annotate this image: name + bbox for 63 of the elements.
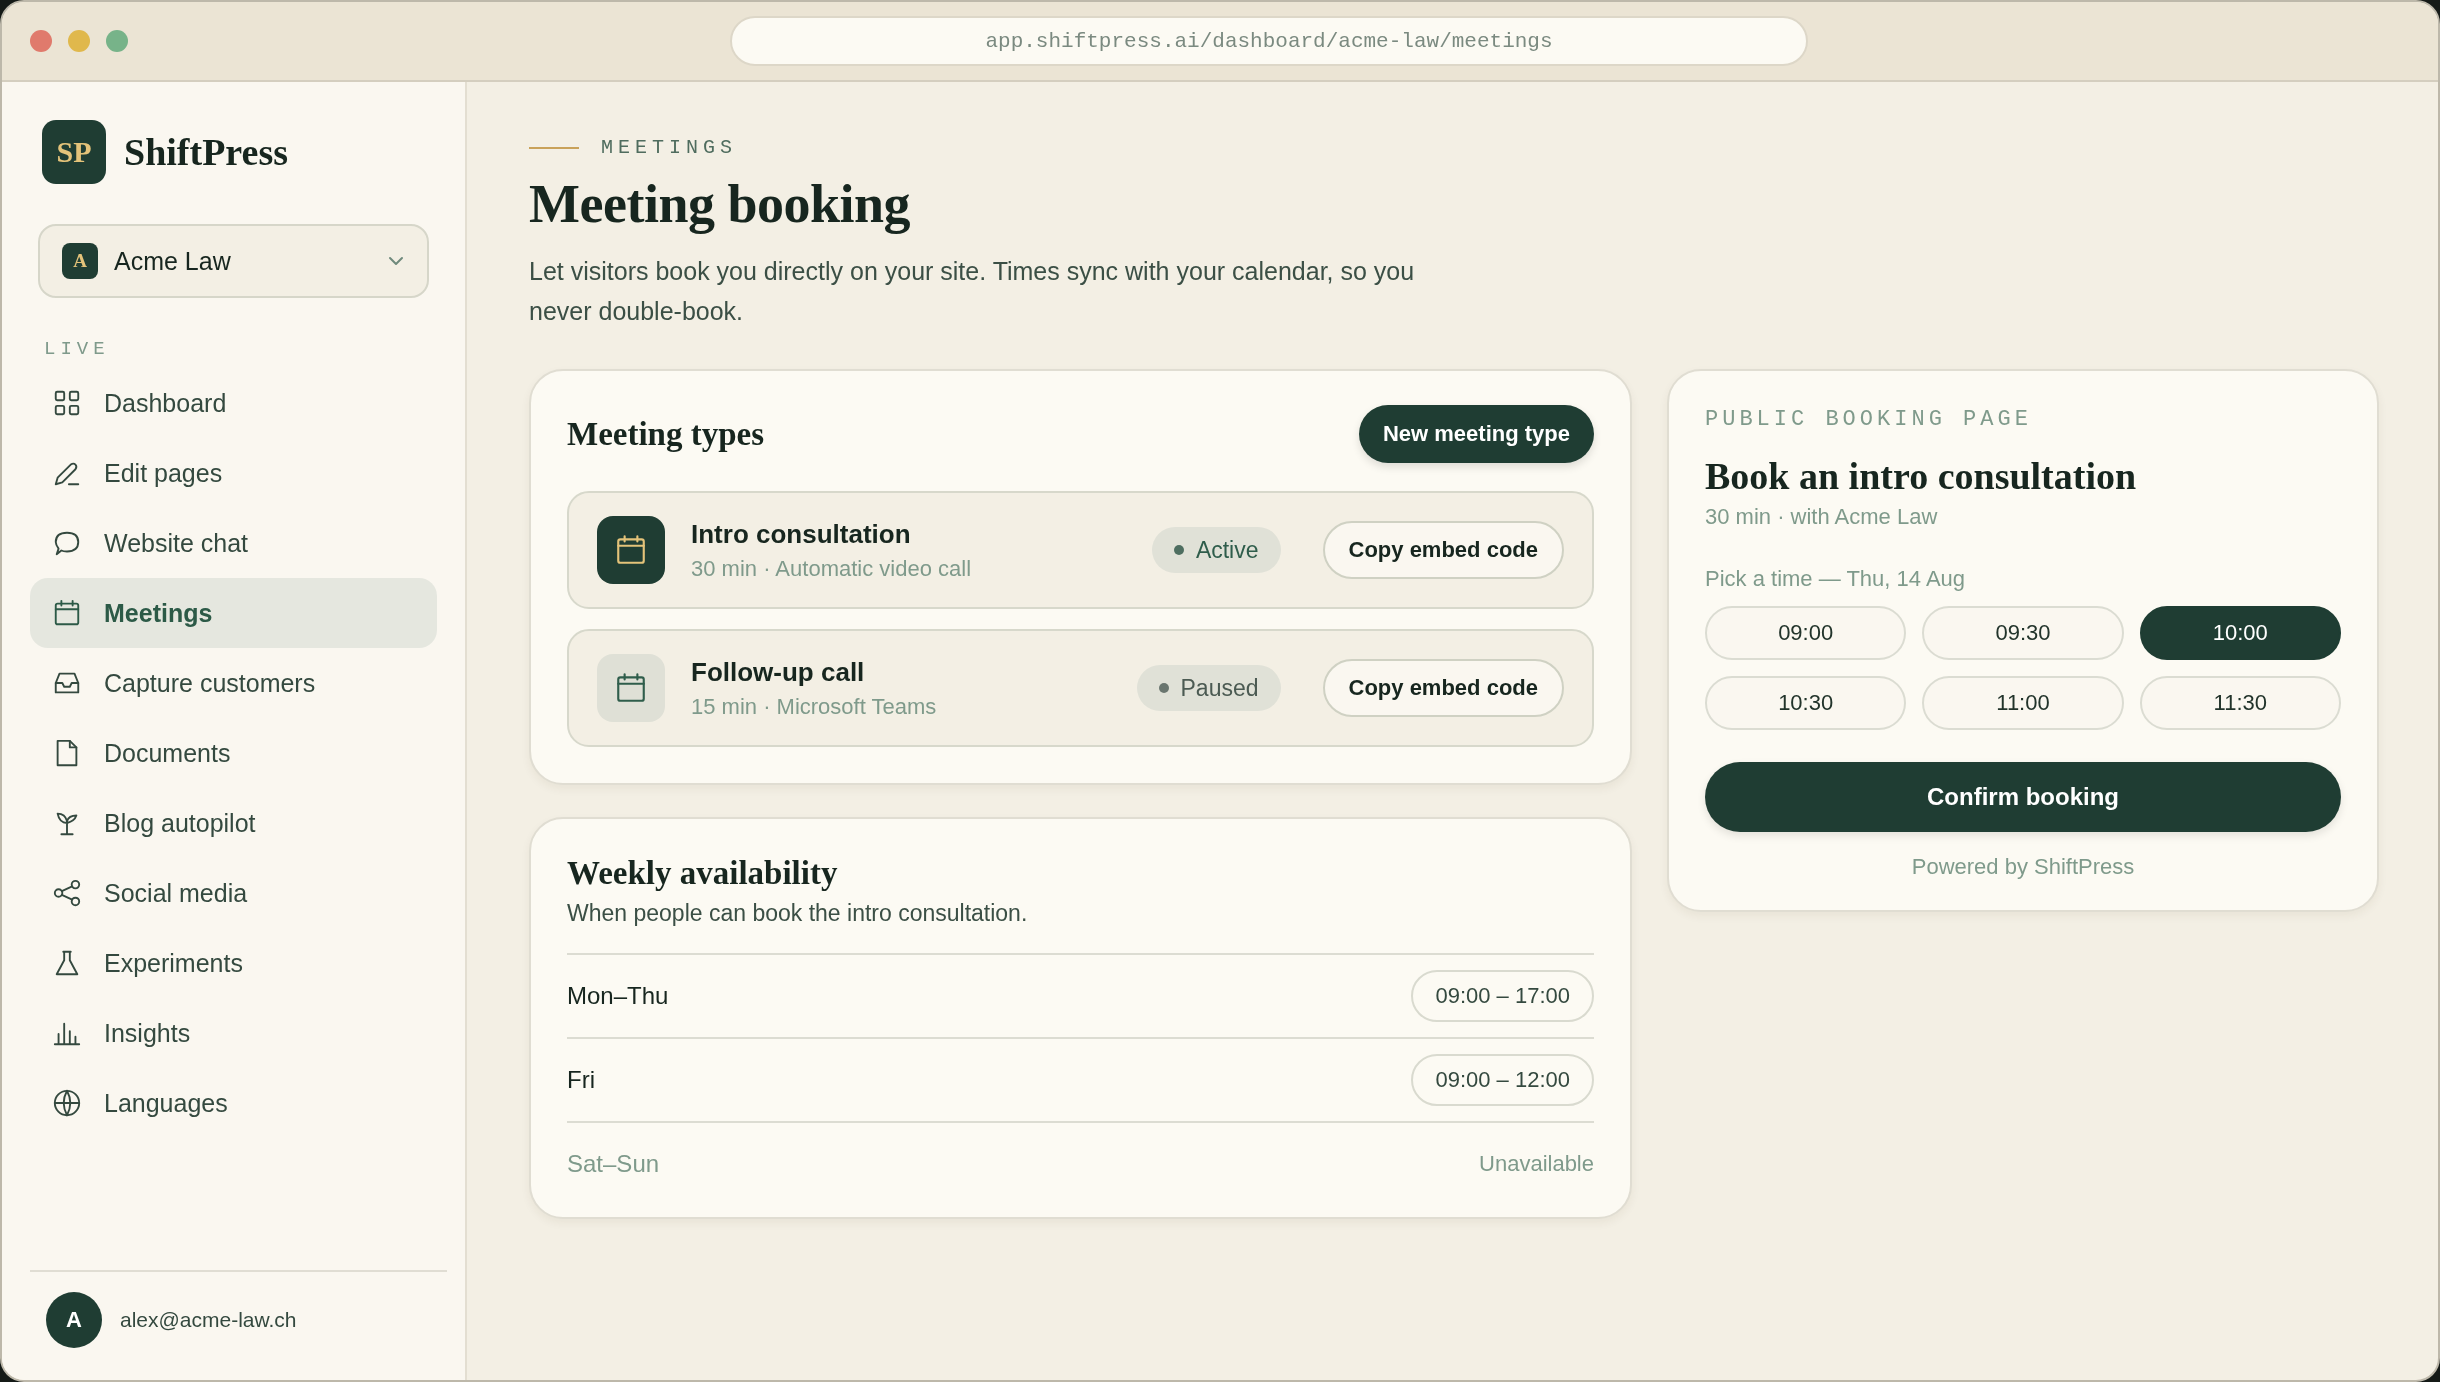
day-range: Sat–Sun: [567, 1150, 660, 1178]
time-slot[interactable]: 09:30: [1922, 606, 2124, 660]
status-pill: Paused: [1136, 665, 1281, 711]
time-slot[interactable]: 11:00: [1922, 676, 2124, 730]
booking-title: Book an intro consultation: [1705, 454, 2138, 498]
page-title: Meeting booking: [529, 173, 912, 235]
nav-item[interactable]: Edit pages: [30, 438, 437, 508]
time-slot[interactable]: 09:00: [1705, 606, 1907, 660]
time-slot[interactable]: 11:30: [2139, 676, 2341, 730]
share-icon: [52, 878, 82, 908]
globe-icon: [52, 1088, 82, 1118]
time-slot[interactable]: 10:30: [1705, 676, 1907, 730]
confirm-booking-button[interactable]: Confirm booking: [1705, 762, 2341, 832]
calendar-icon: [52, 598, 82, 628]
hours-pill: 09:00 – 17:00: [1411, 970, 1594, 1022]
copy-embed-code-button[interactable]: Copy embed code: [1322, 521, 1564, 579]
nav-item[interactable]: Blog autopilot: [30, 788, 437, 858]
card-eyebrow: PUBLIC BOOKING PAGE: [1705, 407, 2033, 432]
nav-item[interactable]: Social media: [30, 858, 437, 928]
booking-subtitle: 30 min · with Acme Law: [1705, 504, 1939, 530]
day-range: Mon–Thu: [567, 982, 669, 1010]
workspace-avatar: A: [62, 243, 98, 279]
workspace-selector[interactable]: A Acme Law: [38, 224, 429, 298]
workspace-name: Acme Law: [114, 246, 232, 276]
grid-icon: [52, 388, 82, 418]
card-title: Meeting types: [567, 415, 765, 453]
pick-time-label: Pick a time — Thu, 14 Aug: [1705, 566, 1967, 592]
nav-item[interactable]: Insights: [30, 998, 437, 1068]
page-eyebrow: MEETINGS: [601, 136, 737, 159]
nav-item[interactable]: Documents: [30, 718, 437, 788]
chevron-down-icon: [387, 255, 405, 267]
logo-mark: SP: [42, 120, 106, 184]
user-email: alex@acme-law.ch: [120, 1308, 297, 1332]
card-title: Weekly availability: [567, 855, 839, 892]
nav-item[interactable]: Dashboard: [30, 368, 437, 438]
new-meeting-type-button[interactable]: New meeting type: [1358, 405, 1594, 463]
powered-by-text: Powered by ShiftPress: [1910, 854, 2136, 880]
hours-pill: 09:00 – 12:00: [1411, 1054, 1594, 1106]
nav-item[interactable]: Website chat: [30, 508, 437, 578]
user-avatar[interactable]: A: [46, 1292, 102, 1348]
meeting-type-details: 15 min · Microsoft Teams: [691, 693, 938, 720]
zoom-dot[interactable]: [106, 30, 128, 52]
meeting-type-row[interactable]: Intro consultation 30 min · Automatic video call Active Copy embed code: [567, 491, 1594, 609]
meeting-type-name: Intro consultation: [691, 518, 912, 550]
accent-line: [529, 146, 579, 149]
copy-embed-code-button[interactable]: Copy embed code: [1322, 659, 1564, 717]
day-range: Fri: [567, 1066, 595, 1094]
nav-item[interactable]: Capture customers: [30, 648, 437, 718]
time-slot[interactable]: 10:00: [2139, 606, 2341, 660]
meeting-type-name: Follow-up call: [691, 656, 866, 688]
unavailable-label: Unavailable: [1479, 1151, 1594, 1177]
meeting-type-details: 30 min · Automatic video call: [691, 555, 973, 582]
brand-name: ShiftPress: [124, 130, 288, 174]
close-dot[interactable]: [30, 30, 52, 52]
nav-item[interactable]: Meetings: [30, 578, 437, 648]
section-label: LIVE: [44, 338, 111, 360]
card-subtitle: When people can book the intro consultation.: [567, 900, 1029, 927]
minimize-dot[interactable]: [68, 30, 90, 52]
meeting-type-row[interactable]: Follow-up call 15 min · Microsoft Teams Paused Copy embed code: [567, 629, 1594, 747]
nav-item[interactable]: Languages: [30, 1068, 437, 1138]
status-pill: Active: [1151, 527, 1281, 573]
nav-item[interactable]: Experiments: [30, 928, 437, 998]
page-description: Let visitors book you directly on your site. Times sync with your calendar, so you never double-book.: [529, 256, 1416, 327]
